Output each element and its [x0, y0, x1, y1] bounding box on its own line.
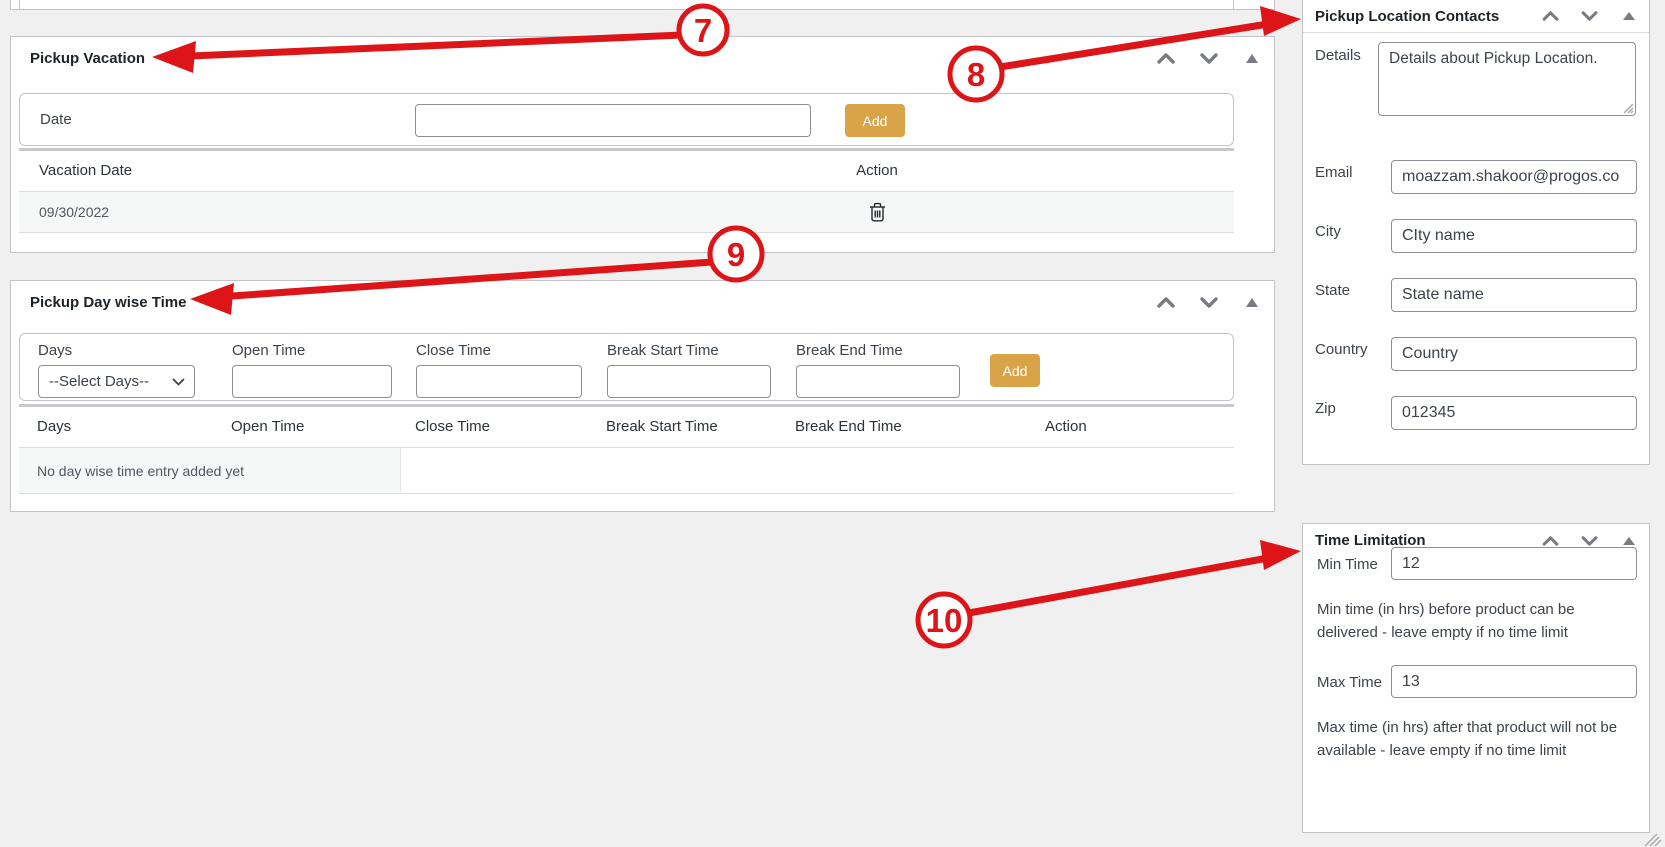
move-down-icon[interactable]: [1200, 296, 1218, 308]
min-time-help: Min time (in hrs) before product can be …: [1317, 601, 1575, 641]
delete-vacation-icon-wrap[interactable]: [817, 202, 937, 227]
collapse-toggle-icon[interactable]: [1623, 536, 1635, 545]
table-row: 09/30/2022: [19, 192, 1234, 233]
svg-text:10: 10: [926, 602, 963, 639]
col-break-end-time: Break End Time: [795, 418, 902, 435]
open-time-input[interactable]: [232, 365, 392, 398]
panel-pickup-location-contacts: Pickup Location Contacts Details Details…: [1302, 0, 1650, 465]
vacation-date-form: Date Add: [19, 93, 1234, 146]
break-start-label: Break Start Time: [607, 342, 719, 359]
max-time-help: Max time (in hrs) after that product wil…: [1317, 719, 1618, 759]
day-wise-time-title: Pickup Day wise Time: [30, 293, 187, 311]
col-days: Days: [37, 418, 72, 435]
days-label: Days: [38, 342, 73, 359]
add-day-wise-time-button[interactable]: Add: [990, 354, 1040, 387]
move-down-icon[interactable]: [1581, 11, 1598, 21]
pickup-vacation-title: Pickup Vacation: [30, 49, 146, 67]
day-wise-time-form: Days --Select Days-- Open Time Close Tim…: [19, 333, 1234, 401]
col-action: Action: [856, 162, 898, 179]
day-wise-table-header-row: Days Open Time Close Time Break Start Ti…: [19, 407, 1234, 448]
open-time-label: Open Time: [232, 342, 306, 359]
break-end-label: Break End Time: [796, 342, 903, 359]
pickup-vacation-header[interactable]: Pickup Vacation: [11, 37, 1274, 79]
location-contacts-header[interactable]: Pickup Location Contacts: [1303, 0, 1649, 33]
zip-label: Zip: [1315, 400, 1336, 417]
collapse-toggle-icon[interactable]: [1623, 12, 1635, 20]
col-action: Action: [1045, 418, 1087, 435]
close-time-input[interactable]: [416, 365, 582, 398]
collapse-toggle-icon[interactable]: [1246, 297, 1258, 307]
break-start-input[interactable]: [607, 365, 771, 398]
zip-input[interactable]: [1391, 396, 1637, 430]
col-vacation-date: Vacation Date: [39, 162, 133, 179]
top-panel-sliver: [10, 0, 1275, 10]
date-label: Date: [40, 111, 72, 128]
add-vacation-button[interactable]: Add: [845, 104, 905, 137]
move-up-icon[interactable]: [1542, 11, 1559, 21]
empty-row-text: No day wise time entry added yet: [37, 463, 244, 479]
state-input[interactable]: [1391, 278, 1637, 312]
min-time-input[interactable]: [1391, 547, 1637, 580]
day-wise-time-header[interactable]: Pickup Day wise Time: [11, 281, 1274, 323]
move-up-icon[interactable]: [1157, 52, 1175, 64]
col-break-start-time: Break Start Time: [606, 418, 718, 435]
max-time-input[interactable]: [1391, 665, 1637, 698]
empty-table-row: No day wise time entry added yet: [19, 448, 1234, 494]
location-contacts-title: Pickup Location Contacts: [1315, 7, 1500, 25]
move-down-icon[interactable]: [1581, 535, 1598, 546]
vacation-date-value: 09/30/2022: [39, 204, 110, 220]
max-time-label: Max Time: [1317, 674, 1383, 691]
days-select[interactable]: --Select Days--: [38, 365, 195, 398]
city-input[interactable]: [1391, 219, 1637, 253]
panel-pickup-day-wise-time: Pickup Day wise Time Days --Select Days-…: [10, 280, 1275, 512]
country-label: Country: [1315, 341, 1368, 358]
email-label: Email: [1315, 164, 1353, 181]
state-label: State: [1315, 282, 1351, 299]
vacation-table-header-row: Vacation Date Action: [19, 151, 1234, 192]
move-down-icon[interactable]: [1200, 52, 1218, 64]
page-corner-resize-grip-icon: [1644, 833, 1662, 847]
vacation-date-input[interactable]: [415, 104, 811, 137]
trash-icon[interactable]: [869, 202, 886, 222]
details-textarea[interactable]: Details about Pickup Location.: [1378, 42, 1636, 116]
panel-pickup-vacation: Pickup Vacation Date Add Vacation Date A…: [10, 36, 1275, 253]
sliver-inner-left-border: [19, 0, 20, 9]
collapse-toggle-icon[interactable]: [1246, 53, 1258, 63]
country-input[interactable]: [1391, 337, 1637, 371]
break-end-input[interactable]: [796, 365, 960, 398]
panel-time-limitation: Time Limitation Min Time Min time (in hr…: [1302, 523, 1650, 833]
annotation-10: 10: [915, 540, 1301, 649]
details-label: Details: [1315, 47, 1361, 64]
email-input[interactable]: [1391, 160, 1637, 194]
move-up-icon[interactable]: [1157, 296, 1175, 308]
min-time-label: Min Time: [1317, 556, 1378, 573]
move-up-icon[interactable]: [1542, 535, 1559, 546]
sliver-inner-right-border: [1233, 0, 1234, 9]
col-close-time: Close Time: [415, 418, 491, 435]
city-label: City: [1315, 223, 1341, 240]
col-open-time: Open Time: [231, 418, 305, 435]
close-time-label: Close Time: [416, 342, 492, 359]
